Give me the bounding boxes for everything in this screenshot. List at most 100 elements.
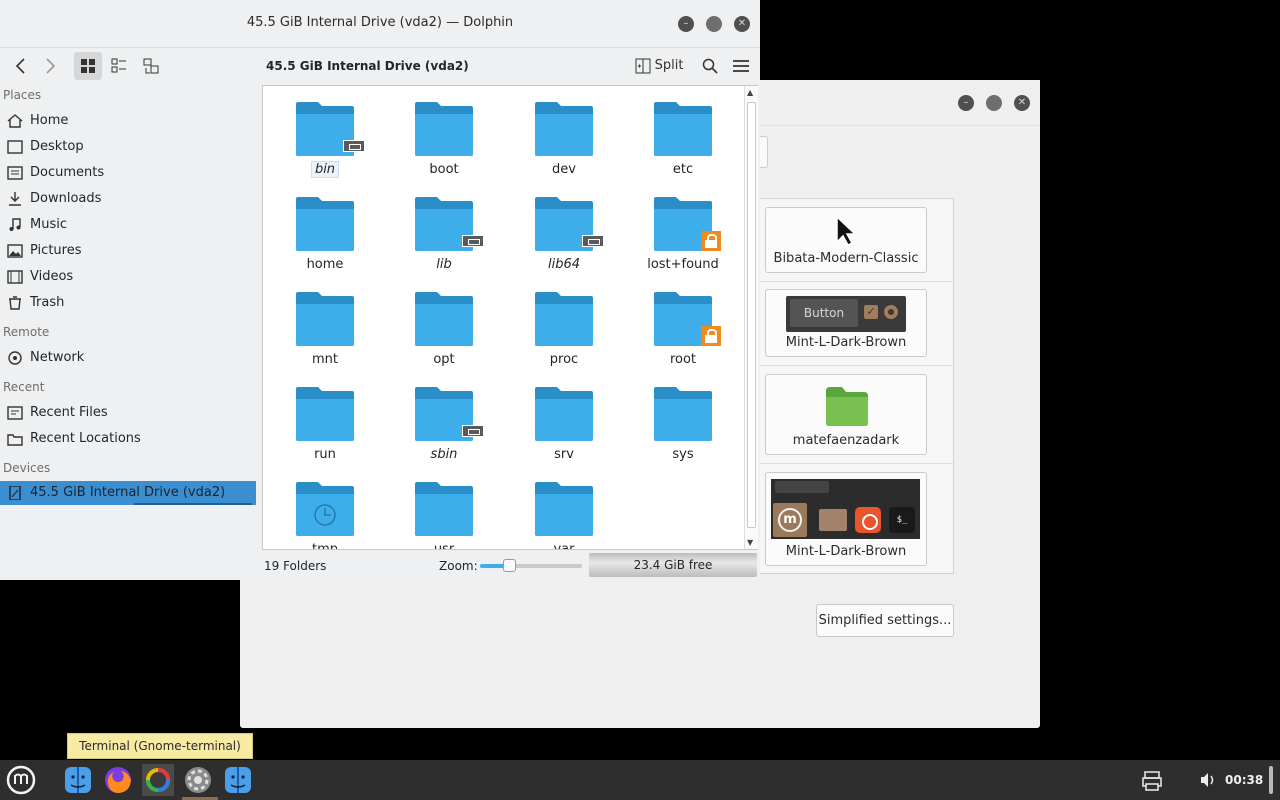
dolphin-window-buttons: – ✕: [678, 16, 750, 32]
section-heading-recent: Recent: [3, 380, 45, 394]
search-button[interactable]: [698, 52, 722, 80]
theme-item-controls[interactable]: Button ✓ Mint-L-Dark-Brown: [765, 289, 927, 357]
places-item-videos[interactable]: Videos: [0, 264, 256, 290]
split-icon: [635, 58, 651, 73]
folder-icon: [535, 292, 593, 346]
folder-item[interactable]: lost+found: [633, 197, 733, 277]
places-item-downloads[interactable]: Downloads: [0, 186, 256, 212]
compact-view-button[interactable]: [106, 52, 132, 80]
checkbox-icon: ✓: [864, 305, 878, 319]
show-desktop-button[interactable]: [1269, 766, 1273, 794]
zoom-slider[interactable]: [480, 559, 582, 572]
minimize-icon[interactable]: –: [678, 16, 694, 32]
back-arrow-icon: [15, 57, 25, 74]
folder-icon: [654, 102, 712, 156]
folder-item[interactable]: boot: [394, 102, 494, 182]
settings-launcher[interactable]: [182, 764, 214, 796]
folder-item[interactable]: srv: [514, 387, 614, 467]
finder-launcher[interactable]: [62, 764, 94, 796]
terminal-launcher[interactable]: [142, 764, 174, 796]
firefox-launcher[interactable]: [102, 764, 134, 796]
details-view-button[interactable]: [138, 52, 164, 80]
menu-start-button[interactable]: [5, 764, 37, 796]
back-button[interactable]: [8, 52, 34, 80]
places-item-documents[interactable]: Documents: [0, 160, 256, 186]
compact-view-icon: [111, 58, 126, 72]
search-icon: [702, 58, 718, 74]
folder-item[interactable]: home: [275, 197, 375, 277]
lock-badge-icon: [701, 326, 721, 346]
scrollbar-thumb[interactable]: [747, 102, 756, 528]
close-icon[interactable]: ✕: [1014, 95, 1030, 111]
folder-name: run: [314, 447, 336, 462]
videos-icon: [7, 270, 23, 284]
menu-button[interactable]: [730, 52, 752, 80]
firefox-icon: [105, 767, 131, 793]
zoom-slider-handle[interactable]: [502, 559, 516, 572]
details-view-icon: [143, 58, 159, 73]
places-item-home[interactable]: Home: [0, 108, 256, 134]
system-settings-icon: [185, 767, 211, 793]
printer-tray-button[interactable]: [1136, 764, 1168, 796]
folder-icon: [415, 482, 473, 536]
folder-item[interactable]: bin: [275, 102, 375, 182]
volume-tray-button[interactable]: [1192, 764, 1224, 796]
folder-item[interactable]: var: [514, 482, 614, 549]
location-title: 45.5 GiB Internal Drive (vda2): [266, 59, 469, 73]
icons-view-button[interactable]: [74, 52, 102, 80]
terminal-icon: $_: [889, 507, 915, 533]
minimize-icon[interactable]: –: [958, 95, 974, 111]
panel-preview: m $_: [771, 479, 920, 539]
clock[interactable]: 00:38: [1225, 773, 1263, 787]
places-item-network[interactable]: Network: [0, 345, 256, 371]
theme-item-icons[interactable]: matefaenzadark: [765, 374, 927, 455]
vertical-scrollbar[interactable]: ▲ ▼: [744, 86, 758, 549]
theme-item-cursor[interactable]: Bibata-Modern-Classic: [765, 207, 927, 273]
file-manager-icon: [225, 767, 251, 793]
folder-item[interactable]: tmp: [275, 482, 375, 549]
folder-item[interactable]: mnt: [275, 292, 375, 372]
folder-item[interactable]: usr: [394, 482, 494, 550]
folder-name: home: [306, 257, 344, 272]
folder-item[interactable]: root: [633, 292, 733, 372]
places-item-trash[interactable]: Trash: [0, 290, 256, 316]
network-icon: [8, 351, 22, 365]
folder-name: usr: [433, 542, 455, 550]
home-icon: [7, 114, 23, 128]
folder-item[interactable]: sys: [633, 387, 733, 467]
folder-icon: [535, 387, 593, 441]
window-title: 45.5 GiB Internal Drive (vda2) — Dolphin: [246, 15, 514, 30]
places-item-recent-files[interactable]: Recent Files: [0, 400, 256, 426]
folder-item[interactable]: proc: [514, 292, 614, 372]
folder-icon: [415, 292, 473, 346]
places-item-desktop[interactable]: Desktop: [0, 134, 256, 160]
close-icon[interactable]: ✕: [734, 16, 750, 32]
folder-name: srv: [554, 447, 574, 462]
cursor-icon: [836, 216, 857, 246]
terminal-tooltip: Terminal (Gnome-terminal): [67, 733, 253, 759]
places-item-internal-drive[interactable]: 45.5 GiB Internal Drive (vda2): [0, 481, 256, 505]
downloads-icon: [9, 192, 21, 206]
forward-button[interactable]: [40, 52, 60, 80]
file-manager-launcher[interactable]: [222, 764, 254, 796]
folder-item[interactable]: lib64: [514, 197, 614, 277]
symlink-badge-icon: [582, 235, 604, 247]
places-item-music[interactable]: Music: [0, 212, 256, 238]
simplified-settings-button[interactable]: Simplified settings...: [816, 604, 954, 637]
folder-item[interactable]: sbin: [394, 387, 494, 467]
maximize-icon[interactable]: [706, 16, 722, 32]
split-button[interactable]: Split: [630, 52, 688, 80]
folder-item[interactable]: opt: [394, 292, 494, 372]
folder-item[interactable]: etc: [633, 102, 733, 182]
folder-item[interactable]: lib: [394, 197, 494, 277]
free-space-indicator[interactable]: 23.4 GiB free: [589, 553, 757, 577]
folder-item[interactable]: dev: [514, 102, 614, 182]
maximize-icon[interactable]: [986, 95, 1002, 111]
places-item-recent-locations[interactable]: Recent Locations: [0, 426, 256, 452]
folder-name: opt: [433, 352, 455, 367]
documents-icon: [7, 166, 23, 180]
theme-item-desktop[interactable]: m $_ Mint-L-Dark-Brown: [765, 472, 927, 566]
places-item-pictures[interactable]: Pictures: [0, 238, 256, 264]
folder-item[interactable]: run: [275, 387, 375, 467]
section-heading-remote: Remote: [3, 325, 50, 339]
